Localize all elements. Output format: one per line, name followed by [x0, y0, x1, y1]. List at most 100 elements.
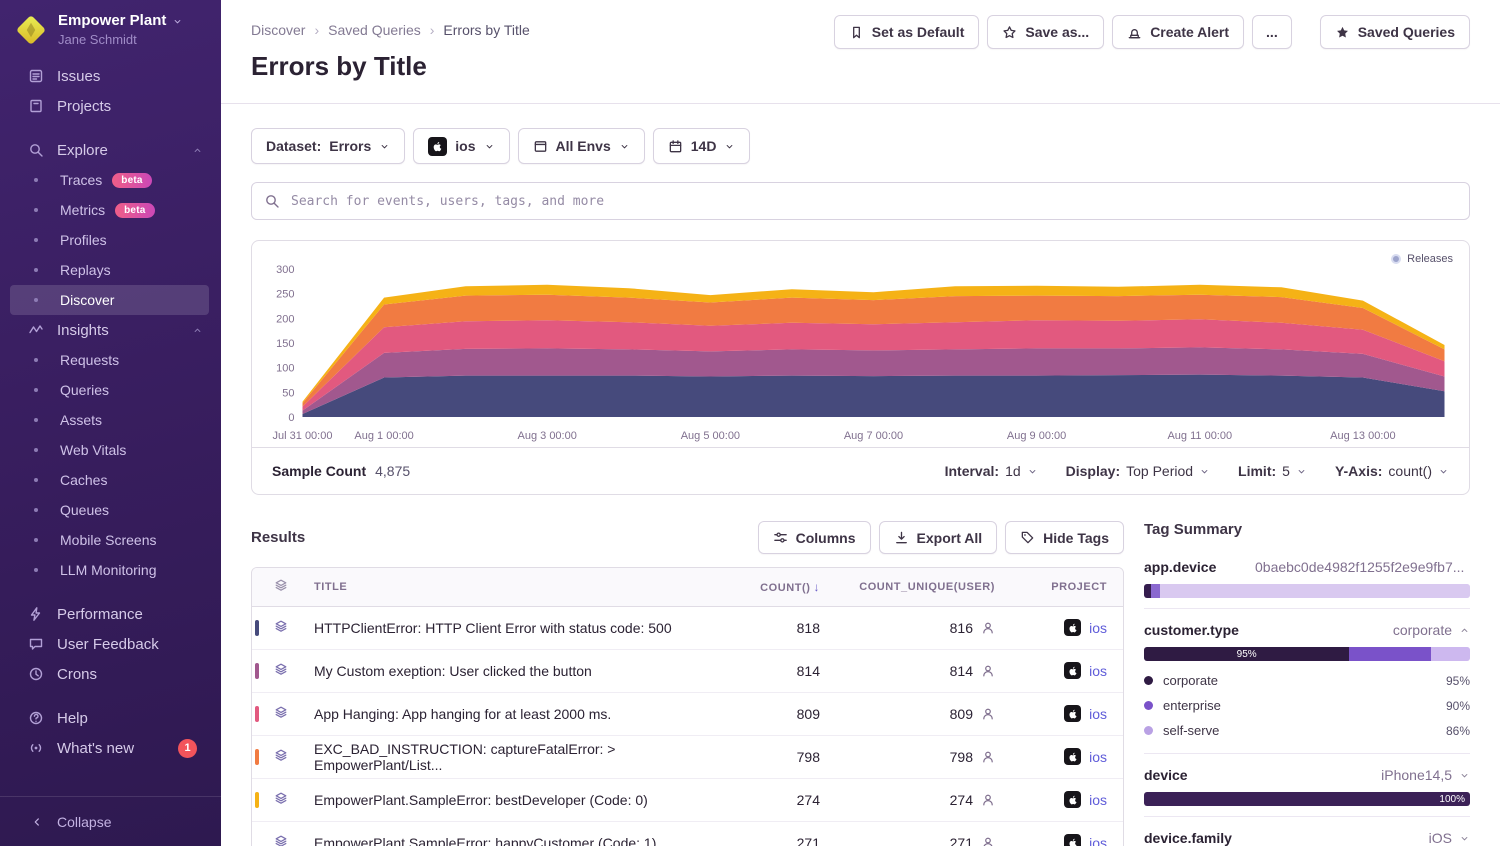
sidebar-item-metrics[interactable]: Metricsbeta: [10, 195, 209, 225]
event-title-link[interactable]: App Hanging: App hanging for at least 20…: [298, 692, 744, 735]
tag-value-row[interactable]: self-serve86%: [1144, 718, 1470, 743]
sidebar-item-queues[interactable]: Queues: [10, 495, 209, 525]
column-header-count-unique-user[interactable]: COUNT_UNIQUE(USER): [836, 568, 1011, 606]
series-color-strip: [255, 663, 259, 679]
set-as-default-button[interactable]: Set as Default: [834, 15, 980, 49]
collapse-button[interactable]: Collapse: [0, 796, 221, 846]
filter-dataset-dropdown[interactable]: Dataset:Errors: [251, 128, 405, 164]
project-link[interactable]: ios: [1089, 835, 1107, 846]
event-title-link[interactable]: EXC_BAD_INSTRUCTION: captureFatalError: …: [298, 735, 744, 778]
more-button[interactable]: ...: [1252, 15, 1292, 49]
sidebar-item-queries[interactable]: Queries: [10, 375, 209, 405]
create-alert-button[interactable]: Create Alert: [1112, 15, 1244, 49]
tag-distribution-bar: [1144, 584, 1470, 598]
table-row: EmpowerPlant.SampleError: bestDeveloper …: [252, 778, 1123, 821]
help-icon: [28, 710, 44, 726]
apple-icon: [1064, 705, 1081, 722]
svg-text:250: 250: [276, 289, 294, 301]
project-link[interactable]: ios: [1089, 620, 1107, 636]
table-row: App Hanging: App hanging for at least 20…: [252, 692, 1123, 735]
row-stack-cell: [252, 606, 298, 649]
sidebar-item-web-vitals[interactable]: Web Vitals: [10, 435, 209, 465]
series-color-strip: [255, 620, 259, 636]
sidebar-section-insights[interactable]: Insights: [0, 315, 221, 345]
project-link[interactable]: ios: [1089, 749, 1107, 765]
sidebar-item-discover[interactable]: Discover: [10, 285, 209, 315]
tag-header-device-family[interactable]: device.familyiOS: [1144, 830, 1470, 846]
sidebar-item-requests[interactable]: Requests: [10, 345, 209, 375]
sidebar-item-performance[interactable]: Performance: [0, 599, 221, 629]
project-link[interactable]: ios: [1089, 706, 1107, 722]
saved-queries-button[interactable]: Saved Queries: [1320, 15, 1470, 49]
sample-count: Sample Count4,875: [272, 463, 410, 479]
project-link[interactable]: ios: [1089, 663, 1107, 679]
sidebar-item-replays[interactable]: Replays: [10, 255, 209, 285]
column-header-stack[interactable]: [252, 568, 298, 606]
export-all-button[interactable]: Export All: [879, 521, 998, 554]
tag-header-device[interactable]: deviceiPhone14,5: [1144, 767, 1470, 783]
insights-icon: [28, 322, 44, 338]
sidebar-item-crons[interactable]: Crons: [0, 659, 221, 689]
column-header-count[interactable]: COUNT()↓: [744, 568, 836, 606]
sidebar-item-mobile-screens[interactable]: Mobile Screens: [10, 525, 209, 555]
sidebar-item-help[interactable]: Help: [0, 703, 221, 733]
chevron-down-icon: [1438, 466, 1449, 477]
sidebar-item-traces[interactable]: Tracesbeta: [10, 165, 209, 195]
display-dropdown[interactable]: Display:Top Period: [1066, 463, 1210, 479]
sidebar-item-llm-monitoring[interactable]: LLM Monitoring: [10, 555, 209, 585]
legend-releases[interactable]: Releases: [1391, 253, 1453, 265]
column-header-title[interactable]: TITLE: [298, 568, 744, 606]
hide-tags-button[interactable]: Hide Tags: [1005, 521, 1124, 554]
tag-top-value: iPhone14,5: [1381, 767, 1452, 783]
filter-row: Dataset:ErrorsiosAll Envs14D: [251, 128, 1470, 164]
save-as-button[interactable]: Save as...: [987, 15, 1104, 49]
event-title-link[interactable]: EmpowerPlant.SampleError: happyCustomer …: [298, 821, 744, 846]
tag-value-row[interactable]: enterprise90%: [1144, 693, 1470, 718]
svg-text:300: 300: [276, 264, 294, 276]
svg-text:Aug 1 00:00: Aug 1 00:00: [354, 430, 413, 442]
tag-header-app-device[interactable]: app.device0baebc0de4982f1255f2e9e9fb7...: [1144, 559, 1470, 575]
table-body: HTTPClientError: HTTP Client Error with …: [252, 606, 1123, 846]
person-icon: [981, 836, 995, 846]
org-switcher[interactable]: Empower Plant Jane Schmidt: [0, 0, 221, 57]
sidebar-item-issues[interactable]: Issues: [0, 61, 221, 91]
sidebar-item-caches[interactable]: Caches: [10, 465, 209, 495]
filter-ios-dropdown[interactable]: ios: [413, 128, 509, 164]
row-stack-cell: [252, 692, 298, 735]
search-input[interactable]: [289, 193, 1457, 210]
event-title-link[interactable]: HTTPClientError: HTTP Client Error with …: [298, 606, 744, 649]
tag-block-app-device: app.device0baebc0de4982f1255f2e9e9fb7...: [1144, 546, 1470, 608]
event-title-link[interactable]: My Custom exeption: User clicked the but…: [298, 649, 744, 692]
column-header-project[interactable]: PROJECT: [1011, 568, 1123, 606]
count-value: 814: [744, 649, 836, 692]
sidebar-item-what-s-new[interactable]: What's new1: [0, 733, 221, 763]
table-row: EXC_BAD_INSTRUCTION: captureFatalError: …: [252, 735, 1123, 778]
count-unique-cell: 809: [836, 692, 1011, 735]
project-link[interactable]: ios: [1089, 792, 1107, 808]
event-title-link[interactable]: EmpowerPlant.SampleError: bestDeveloper …: [298, 778, 744, 821]
sidebar-item-profiles[interactable]: Profiles: [10, 225, 209, 255]
svg-text:Aug 7 00:00: Aug 7 00:00: [844, 430, 903, 442]
svg-text:100: 100: [276, 363, 294, 375]
tag-top-value: iOS: [1429, 830, 1452, 846]
svg-text:150: 150: [276, 338, 294, 350]
interval-dropdown[interactable]: Interval:1d: [945, 463, 1038, 479]
sidebar-item-user-feedback[interactable]: User Feedback: [0, 629, 221, 659]
person-icon: [981, 621, 995, 635]
filter-14d-dropdown[interactable]: 14D: [653, 128, 751, 164]
tag-value-row[interactable]: corporate95%: [1144, 668, 1470, 693]
limit-dropdown[interactable]: Limit:5: [1238, 463, 1307, 479]
sidebar-item-assets[interactable]: Assets: [10, 405, 209, 435]
sidebar-section-explore[interactable]: Explore: [0, 135, 221, 165]
breadcrumb-item-discover[interactable]: Discover: [251, 22, 305, 38]
sidebar-item-projects[interactable]: Projects: [0, 91, 221, 121]
breadcrumb-item-saved-queries[interactable]: Saved Queries: [328, 22, 421, 38]
collapse-label: Collapse: [57, 814, 111, 830]
filter-all-envs-dropdown[interactable]: All Envs: [518, 128, 645, 164]
chevron-down-icon: [484, 141, 495, 152]
columns-button[interactable]: Columns: [758, 521, 871, 554]
y-axis-dropdown[interactable]: Y-Axis:count(): [1335, 463, 1449, 479]
layers-icon: [274, 834, 288, 846]
tag-header-customer-type[interactable]: customer.typecorporate: [1144, 622, 1470, 638]
download-icon: [894, 530, 909, 545]
